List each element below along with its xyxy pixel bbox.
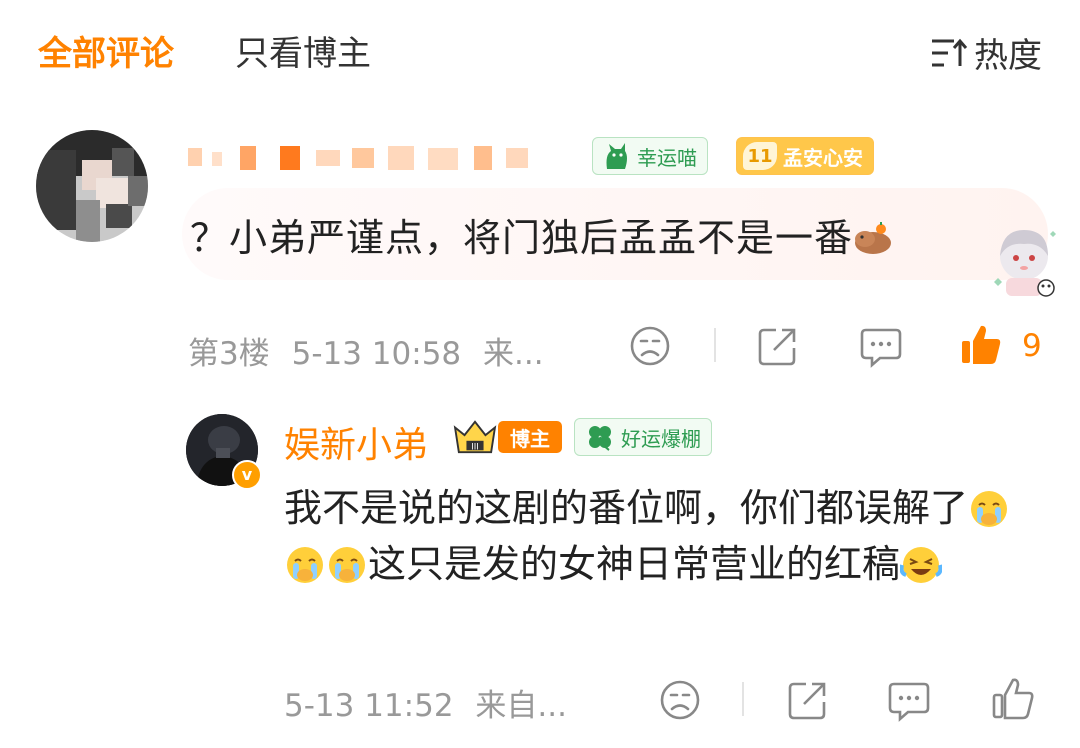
reply-text: 我不是说的这剧的番位啊，你们都误解了这只是发的女神日常营业的红稿	[284, 480, 1024, 592]
comment-text: ？小弟严谨点，将门独后孟孟不是一番	[190, 207, 893, 262]
svg-text:III: III	[471, 442, 479, 452]
badge-good-luck[interactable]: 好运爆棚	[574, 418, 712, 456]
decorative-sticker	[994, 230, 1056, 297]
tab-all-comments[interactable]: 全部评论	[38, 26, 174, 75]
crown-icon: III	[453, 420, 497, 454]
cat-icon	[606, 143, 627, 169]
sort-label: 热度	[974, 36, 1042, 76]
like-icon[interactable]	[990, 676, 1036, 722]
cry-emoji-icon	[329, 547, 365, 583]
fan-level: 11	[743, 142, 777, 170]
commenter-avatar[interactable]	[36, 130, 148, 242]
comment-icon[interactable]	[886, 678, 932, 722]
laugh-cry-emoji-icon	[900, 547, 943, 583]
fan-badge-label: 孟安心安	[783, 145, 863, 170]
reply-meta: 5-13 11:52 来自...	[284, 680, 567, 725]
comment-source[interactable]: 来...	[483, 336, 544, 372]
comment-icon[interactable]	[858, 324, 904, 368]
cry-emoji-icon	[971, 491, 1008, 527]
sort-button[interactable]: 热度	[930, 28, 1042, 77]
divider	[742, 682, 744, 716]
verified-badge: v	[232, 460, 262, 490]
fan-badge[interactable]: 11 孟安心安	[736, 137, 874, 175]
like-icon[interactable]	[958, 322, 1004, 368]
like-count: 9	[1022, 328, 1042, 364]
reply-time: 5-13 11:52	[284, 688, 454, 724]
reply-author-name[interactable]: 娱新小弟	[284, 416, 428, 468]
dislike-icon[interactable]	[628, 324, 672, 368]
clover-icon	[589, 426, 611, 451]
cry-emoji-icon	[287, 547, 323, 583]
floor-number: 第3楼	[188, 336, 270, 372]
comment-time: 5-13 10:58	[291, 336, 462, 372]
badge-lucky-cat[interactable]: 幸运喵	[592, 137, 708, 175]
sort-icon	[932, 38, 968, 66]
capybara-emoji-icon	[855, 222, 892, 254]
tab-author-only[interactable]: 只看博主	[235, 26, 371, 75]
commenter-name-blurred[interactable]	[188, 140, 548, 174]
avatar-image	[36, 130, 148, 242]
share-icon[interactable]	[786, 678, 830, 722]
divider	[714, 328, 716, 362]
badge-good-luck-label: 好运爆棚	[621, 426, 701, 451]
reply-source[interactable]: 来自...	[475, 688, 567, 724]
share-icon[interactable]	[756, 324, 800, 368]
comment-meta: 第3楼 5-13 10:58 来...	[188, 328, 544, 373]
dislike-icon[interactable]	[658, 678, 702, 722]
author-tag: 博主	[498, 421, 562, 453]
badge-lucky-cat-label: 幸运喵	[637, 145, 697, 170]
